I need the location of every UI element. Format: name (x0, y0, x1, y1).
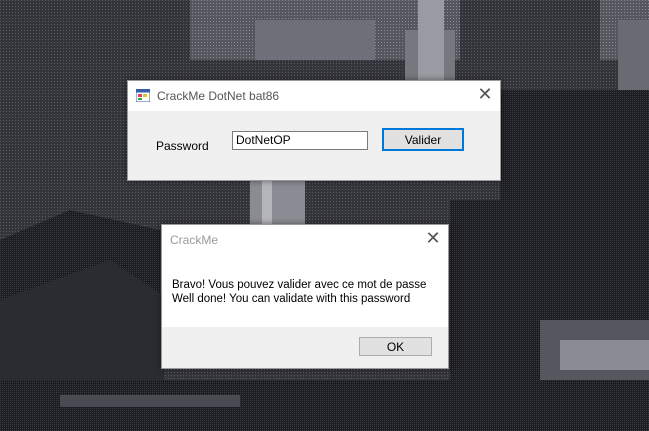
password-label: Password (156, 139, 209, 153)
message-text-english: Well done! You can validate with this pa… (172, 293, 411, 305)
message-box-close-button[interactable]: ✕ (418, 225, 448, 255)
password-input[interactable] (232, 131, 368, 150)
message-text-french: Bravo! Vous pouvez valider avec ce mot d… (172, 279, 427, 291)
main-window-title: CrackMe DotNet bat86 (157, 89, 280, 103)
main-window-close-button[interactable]: ✕ (470, 81, 500, 111)
close-icon: ✕ (425, 228, 441, 249)
message-box-body: Bravo! Vous pouvez valider avec ce mot d… (162, 255, 448, 327)
main-window-titlebar[interactable]: CrackMe DotNet bat86 ✕ (128, 81, 500, 111)
ok-button[interactable]: OK (359, 337, 432, 356)
crackme-main-window: CrackMe DotNet bat86 ✕ Password Valider (127, 80, 501, 181)
close-icon: ✕ (477, 84, 493, 105)
message-box-dialog: CrackMe ✕ Bravo! Vous pouvez valider ave… (161, 224, 449, 369)
valider-button[interactable]: Valider (382, 128, 464, 151)
message-box-titlebar[interactable]: CrackMe ✕ (162, 225, 448, 255)
app-window-icon (136, 89, 150, 102)
message-box-title: CrackMe (170, 233, 219, 247)
